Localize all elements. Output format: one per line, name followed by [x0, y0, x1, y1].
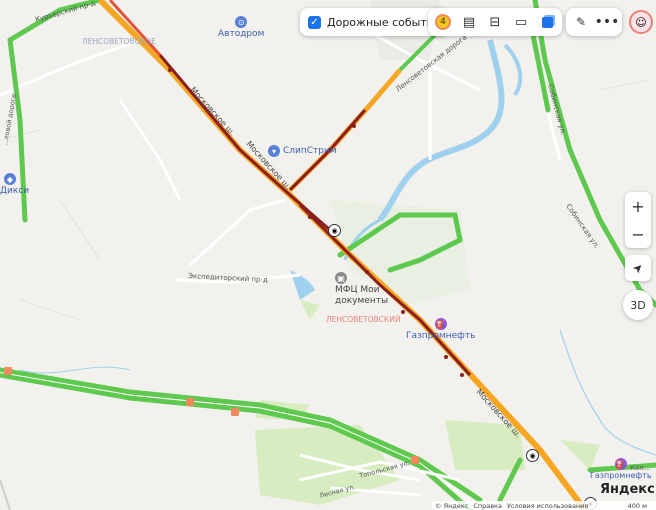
terms-link[interactable]: Условия использования	[507, 502, 588, 510]
mode-3d-label: 3D	[630, 298, 646, 312]
more-icon[interactable]: •••	[594, 9, 620, 35]
traffic-level-badge: 4	[435, 14, 451, 30]
poi-gazpromneft[interactable]: ⛽ Газпромнефть	[406, 318, 475, 341]
district-label-top: ЛЕНСОВЕТОВСКОЕ	[82, 37, 156, 46]
poi-sliptstrim-label: СлипСтрим	[283, 146, 337, 156]
ball-icon: ▾	[268, 145, 280, 157]
geolocation-button[interactable]: ➤	[625, 255, 651, 281]
zoom-out-button[interactable]: −	[631, 225, 644, 244]
panorama-icon[interactable]: ▤	[456, 9, 482, 35]
district-label-center: ЛЕНСОВЕТОВСКИЙ	[326, 315, 400, 324]
poi-gazpromneft-2[interactable]: ⛽ Газпромнефть	[590, 458, 652, 480]
poi-diksi-label: Дикси	[0, 186, 30, 196]
camera-icon[interactable]: ◉	[328, 224, 341, 237]
help-link[interactable]: Справка	[473, 502, 502, 510]
zoom-in-button[interactable]: +	[631, 197, 644, 216]
checkbox-icon[interactable]: ✓	[308, 15, 321, 29]
footer-bar: © Яндекс Справка Условия использования 4…	[432, 501, 656, 510]
poi-avtodrom-label: Автодром	[218, 29, 265, 39]
camera-icon[interactable]: ◉	[526, 449, 539, 462]
zoom-controls: + −	[625, 192, 651, 248]
traffic-events-toggle[interactable]: ✓ Дорожные события	[300, 8, 449, 36]
copyright-text: © Яндекс	[435, 501, 469, 510]
traffic-level-button[interactable]: 4	[430, 9, 456, 35]
traffic-events-label: Дорожные события	[327, 15, 441, 29]
poi-avtodrom[interactable]: ⊙ Автодром	[218, 16, 264, 39]
poi-sliptstrim[interactable]: ▾ СлипСтрим	[268, 145, 337, 157]
bus-icon[interactable]: ▭	[508, 9, 534, 35]
map-layers-icon[interactable]	[534, 9, 560, 35]
scale-label: 400 м	[627, 501, 647, 510]
layers-toolbar: 4 ▤ ⊟ ▭	[428, 8, 562, 36]
poi-gazpromneft-label: Газпромнефть	[406, 331, 476, 341]
poi-diksi[interactable]: ◆ Дикси	[0, 173, 29, 196]
car-icon: ⊙	[235, 16, 248, 28]
yandex-logo[interactable]: Яндекс	[600, 482, 655, 497]
tools-toolbar: ✎ •••	[566, 8, 622, 36]
poi-mfc[interactable]: ▣ МФЦ Мои документы	[335, 272, 389, 307]
poi-mfc-label: МФЦ Мои документы	[335, 285, 389, 306]
ruler-icon[interactable]: ✎	[568, 9, 594, 35]
shop-icon: ◆	[4, 173, 16, 185]
avatar[interactable]: ☺	[629, 10, 653, 34]
map-canvas[interactable]: ЛЕНСОВЕТОВСКОЕ ЛЕНСОВЕТОВСКИЙ Курьерский…	[0, 0, 656, 510]
mode-3d-button[interactable]: 3D	[623, 290, 653, 320]
fuel-icon: ⛽	[614, 458, 627, 470]
layers-icon[interactable]: ⊟	[482, 9, 508, 35]
government-icon: ▣	[335, 272, 347, 284]
fuel-icon: ⛽	[434, 318, 447, 330]
poi-gazpromneft-2-label: Газпромнефть	[590, 471, 652, 480]
location-arrow-icon: ➤	[629, 259, 647, 277]
